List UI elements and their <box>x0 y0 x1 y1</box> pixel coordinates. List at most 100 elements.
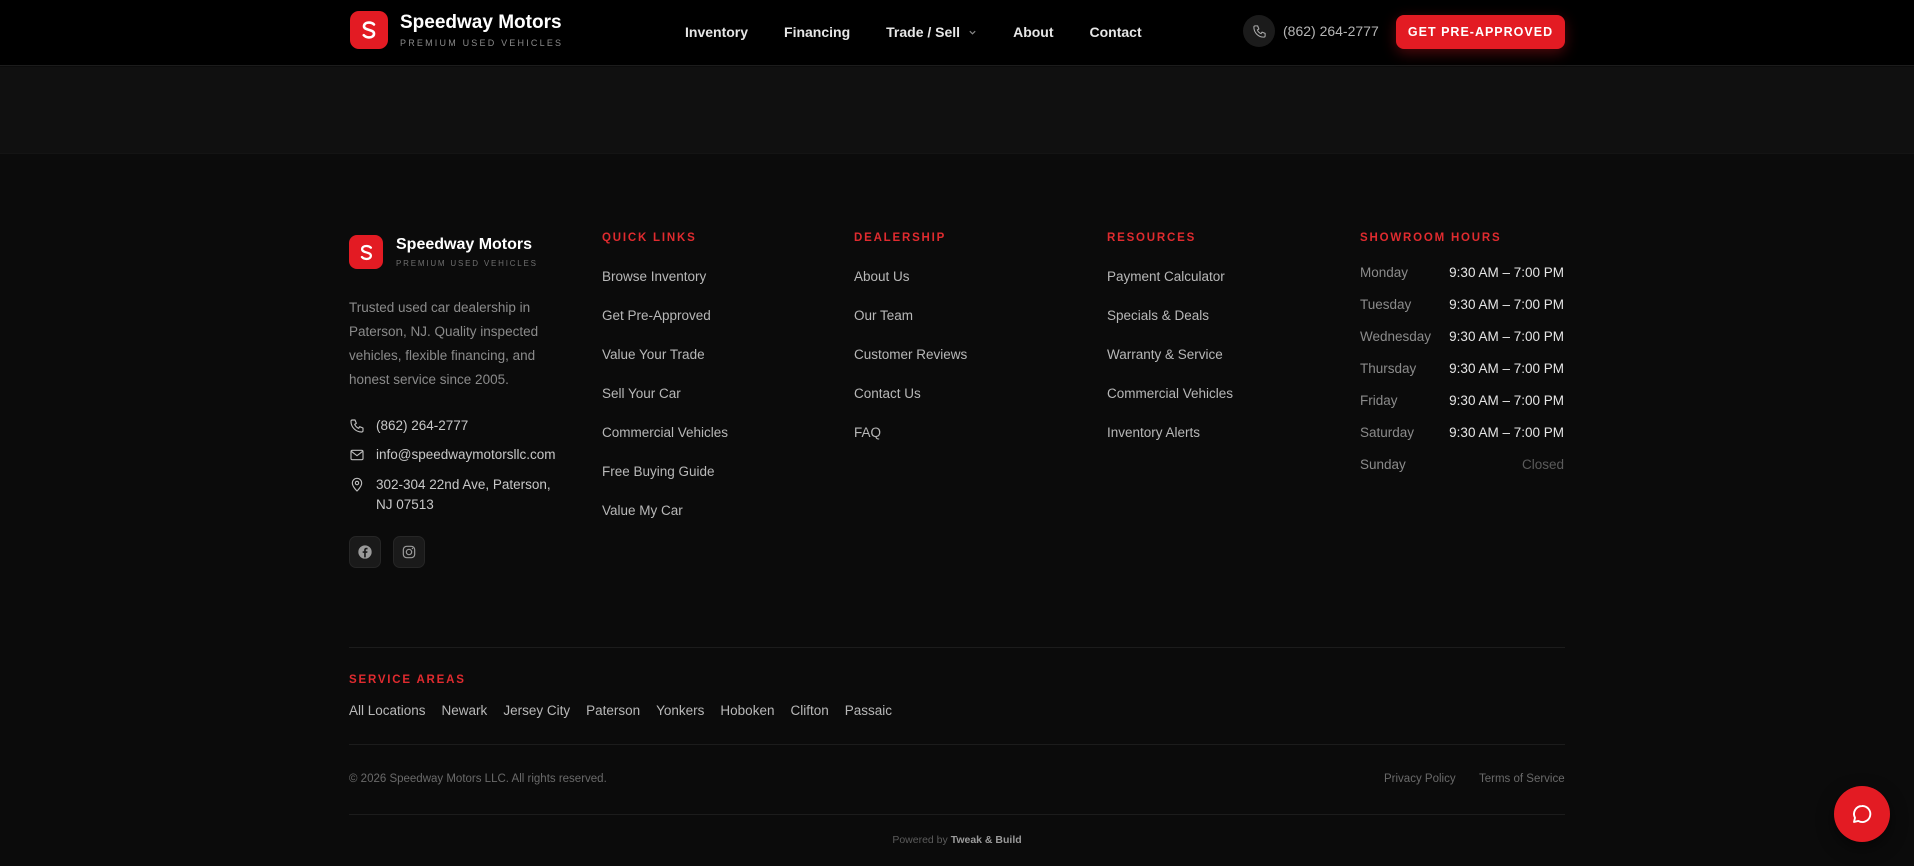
header-phone-number: (862) 264-2777 <box>1283 23 1379 39</box>
chat-bubble-icon <box>1853 805 1872 823</box>
powered-by: Powered by Tweak & Build <box>0 834 1914 846</box>
phone-icon <box>1243 15 1275 47</box>
footer-brand-name: Speedway Motors <box>396 236 533 253</box>
mail-icon <box>350 449 364 461</box>
s-logo-icon <box>349 235 383 269</box>
link-inventory-alerts[interactable]: Inventory Alerts <box>1107 424 1233 463</box>
phone-icon <box>350 419 364 433</box>
site-header: Speedway Motors PREMIUM USED VEHICLES In… <box>0 0 1914 66</box>
nav-inventory[interactable]: Inventory <box>685 24 748 40</box>
nav-financing-label: Financing <box>784 24 851 40</box>
hours-row: Friday 9:30 AM – 7:00 PM <box>1360 393 1564 425</box>
hours-time: 9:30 AM – 7:00 PM <box>1449 265 1564 280</box>
area-yonkers[interactable]: Yonkers <box>656 703 704 718</box>
hours-row: Sunday Closed <box>1360 457 1564 489</box>
instagram-button[interactable] <box>393 536 425 568</box>
link-faq[interactable]: FAQ <box>854 424 967 463</box>
hours-day: Friday <box>1360 393 1398 408</box>
copyright-text: © 2026 Speedway Motors LLC. All rights r… <box>349 773 607 785</box>
service-areas-list: All Locations Newark Jersey City Paterso… <box>349 703 908 718</box>
link-value-my-car[interactable]: Value My Car <box>602 502 728 541</box>
powered-by-link[interactable]: Tweak & Build <box>951 834 1022 846</box>
footer-brand[interactable]: Speedway Motors PREMIUM USED VEHICLES <box>349 235 538 269</box>
nav-about[interactable]: About <box>1013 24 1053 40</box>
hours-time: 9:30 AM – 7:00 PM <box>1449 361 1564 376</box>
brand-name: Speedway Motors <box>400 12 562 33</box>
link-customer-reviews[interactable]: Customer Reviews <box>854 346 967 385</box>
footer-address: 302-304 22nd Ave, Paterson, NJ 07513 <box>376 477 551 512</box>
hours-closed: Closed <box>1521 457 1564 472</box>
showroom-hours-title: SHOWROOM HOURS <box>1360 232 1502 244</box>
area-newark[interactable]: Newark <box>442 703 488 718</box>
quick-links-column: QUICK LINKS Browse Inventory Get Pre-App… <box>602 232 728 541</box>
showroom-hours-column: SHOWROOM HOURS Monday 9:30 AM – 7:00 PM T… <box>1360 232 1564 489</box>
service-areas-title: SERVICE AREAS <box>349 674 466 686</box>
nav-financing[interactable]: Financing <box>784 24 850 40</box>
footer-description: Trusted used car dealership in Paterson,… <box>349 300 539 387</box>
nav-inventory-label: Inventory <box>685 24 749 40</box>
nav-contact-label: Contact <box>1089 24 1142 40</box>
hours-time: 9:30 AM – 7:00 PM <box>1449 425 1564 440</box>
hours-day: Thursday <box>1360 361 1417 376</box>
link-specials-deals[interactable]: Specials & Deals <box>1107 307 1233 346</box>
hours-day: Wednesday <box>1360 329 1432 344</box>
facebook-button[interactable] <box>349 536 381 568</box>
hours-day: Sunday <box>1360 457 1406 472</box>
chevron-down-icon <box>969 30 976 35</box>
footer-brand-tagline: PREMIUM USED VEHICLES <box>396 259 538 268</box>
facebook-icon <box>358 545 372 559</box>
nav-trade-sell[interactable]: Trade / Sell <box>886 24 977 40</box>
footer-phone-link[interactable]: (862) 264-2777 <box>349 416 468 436</box>
link-about-us[interactable]: About Us <box>854 268 967 307</box>
area-paterson[interactable]: Paterson <box>586 703 640 718</box>
header-phone-link[interactable]: (862) 264-2777 <box>1243 15 1379 47</box>
area-clifton[interactable]: Clifton <box>790 703 828 718</box>
link-commercial-vehicles-resources[interactable]: Commercial Vehicles <box>1107 385 1233 424</box>
quick-links-title: QUICK LINKS <box>602 232 697 244</box>
dealership-title: DEALERSHIP <box>854 232 947 244</box>
get-pre-approved-button[interactable]: GET PRE-APPROVED <box>1396 15 1565 49</box>
hero-band <box>0 67 1914 154</box>
footer-divider <box>349 744 1565 745</box>
privacy-policy-link[interactable]: Privacy Policy <box>1384 773 1456 785</box>
chat-button[interactable] <box>1834 786 1890 842</box>
nav-trade-sell-label: Trade / Sell <box>886 24 961 40</box>
terms-of-service-link[interactable]: Terms of Service <box>1479 773 1565 785</box>
nav-contact[interactable]: Contact <box>1090 24 1142 40</box>
hours-time: 9:30 AM – 7:00 PM <box>1449 329 1564 344</box>
link-warranty-service[interactable]: Warranty & Service <box>1107 346 1233 385</box>
main-nav: Inventory Financing Trade / Sell About C… <box>685 24 1178 40</box>
link-browse-inventory[interactable]: Browse Inventory <box>602 268 728 307</box>
brand-logo-link[interactable]: Speedway Motors PREMIUM USED VEHICLES <box>350 11 563 49</box>
area-passaic[interactable]: Passaic <box>845 703 892 718</box>
resources-title: RESOURCES <box>1107 232 1197 244</box>
footer-email-link[interactable]: info@speedwaymotorsllc.com <box>349 445 556 465</box>
hours-day: Saturday <box>1360 425 1415 440</box>
footer-divider <box>349 647 1565 648</box>
link-our-team[interactable]: Our Team <box>854 307 967 346</box>
area-jersey-city[interactable]: Jersey City <box>503 703 570 718</box>
footer-email: info@speedwaymotorsllc.com <box>376 447 556 462</box>
nav-about-label: About <box>1013 24 1054 40</box>
area-all-locations[interactable]: All Locations <box>349 703 426 718</box>
hours-day: Tuesday <box>1360 297 1412 312</box>
link-free-buying-guide[interactable]: Free Buying Guide <box>602 463 728 502</box>
s-logo-icon <box>350 11 388 49</box>
hours-time: 9:30 AM – 7:00 PM <box>1449 297 1564 312</box>
hours-day: Monday <box>1360 265 1409 280</box>
link-contact-us[interactable]: Contact Us <box>854 385 967 424</box>
link-commercial-vehicles[interactable]: Commercial Vehicles <box>602 424 728 463</box>
link-get-pre-approved[interactable]: Get Pre-Approved <box>602 307 728 346</box>
footer-divider <box>349 814 1565 815</box>
link-value-your-trade[interactable]: Value Your Trade <box>602 346 728 385</box>
hours-row: Saturday 9:30 AM – 7:00 PM <box>1360 425 1564 457</box>
link-payment-calculator[interactable]: Payment Calculator <box>1107 268 1233 307</box>
area-hoboken[interactable]: Hoboken <box>720 703 774 718</box>
resources-column: RESOURCES Payment Calculator Specials & … <box>1107 232 1233 463</box>
footer-address-link[interactable]: 302-304 22nd Ave, Paterson, NJ 07513 <box>349 475 564 515</box>
link-sell-your-car[interactable]: Sell Your Car <box>602 385 728 424</box>
hours-row: Thursday 9:30 AM – 7:00 PM <box>1360 361 1564 393</box>
powered-by-prefix: Powered by <box>892 834 948 846</box>
instagram-icon <box>402 545 416 559</box>
hours-row: Monday 9:30 AM – 7:00 PM <box>1360 265 1564 297</box>
